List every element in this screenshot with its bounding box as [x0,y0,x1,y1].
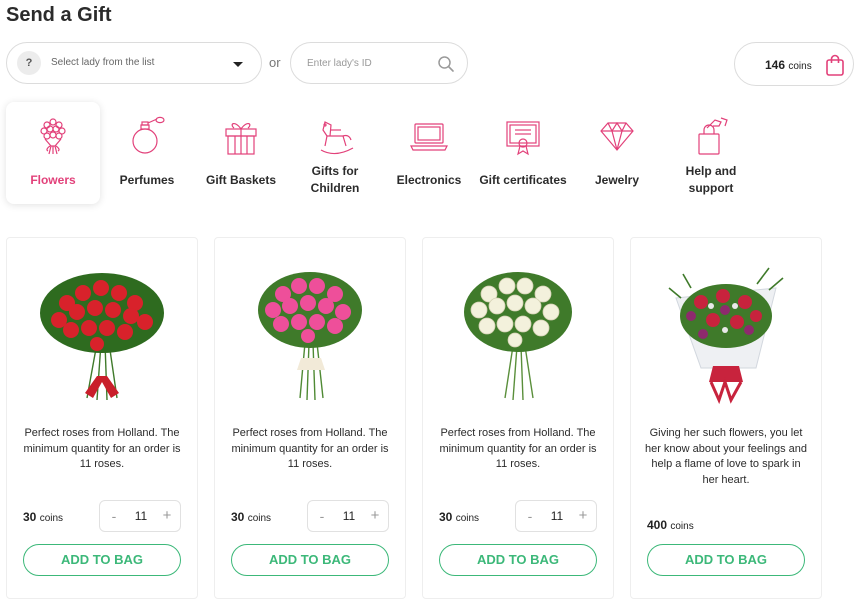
question-icon: ? [17,51,41,75]
increment-button[interactable]: + [576,507,590,524]
add-to-bag-button[interactable]: ADD TO BAG [647,544,805,576]
category-label: Jewelry [594,173,640,187]
decrement-button[interactable]: - [108,508,120,524]
decrement-button[interactable]: - [524,508,536,524]
decrement-button[interactable]: - [316,508,328,524]
category-jewelry[interactable]: Jewelry [570,102,664,204]
chevron-down-icon[interactable] [233,62,243,67]
category-flowers[interactable]: Flowers [6,102,100,204]
price-unit: coins [670,521,694,532]
category-gifts-for-children[interactable]: Gifts for Children [288,102,382,204]
product-description: Perfect roses from Holland. The minimum … [439,427,597,470]
quantity-value[interactable]: 11 [332,509,366,523]
flower-bouquet-icon [40,118,66,155]
certificate-icon [506,121,540,156]
quantity-value[interactable]: 11 [540,509,574,523]
wallet-balance[interactable]: 146 coins [734,42,854,86]
product-description: Perfect roses from Holland. The minimum … [231,427,389,470]
category-label: Flowers [30,173,76,187]
pink-roses-image [258,272,362,401]
coin-balance: 146 coins [765,58,812,72]
product-price: 400 coins [647,518,694,532]
category-label: Help and support [685,164,737,195]
perfume-icon [132,116,165,154]
product-description: Perfect roses from Holland. The minimum … [23,427,181,470]
increment-button[interactable]: + [160,507,174,524]
product-price: 30 coins [23,510,63,524]
product-card: Giving her such flowers, you let her kno… [630,237,822,599]
add-to-bag-button[interactable]: ADD TO BAG [231,544,389,576]
laptop-icon [410,123,448,151]
white-roses-image [464,272,572,401]
category-gift-baskets[interactable]: Gift Baskets [194,102,288,204]
category-label: Electronics [396,173,462,187]
coin-amount: 146 [765,58,786,72]
category-electronics[interactable]: Electronics [382,102,476,204]
product-description: Giving her such flowers, you let her kno… [644,427,808,486]
add-to-bag-button[interactable]: ADD TO BAG [439,544,597,576]
category-gift-certificates[interactable]: Gift certificates [476,102,570,204]
lady-select-placeholder: Select lady from the list [51,57,155,68]
increment-button[interactable]: + [368,507,382,524]
search-icon[interactable] [437,55,455,73]
diamond-icon [600,121,634,151]
product-card: Perfect roses from Holland. The minimum … [422,237,614,599]
product-price: 30 coins [439,510,479,524]
category-label: Gift certificates [479,173,567,187]
lady-select[interactable]: ? Select lady from the list [6,42,262,84]
coin-unit: coins [788,61,812,72]
or-label: or [269,55,281,70]
category-label: Gifts for Children [310,164,360,195]
price-value: 30 [23,510,37,524]
category-label: Gift Baskets [205,173,277,187]
price-value: 30 [439,510,453,524]
lady-id-field[interactable] [290,42,468,84]
shopping-bag-icon[interactable] [825,54,845,76]
price-unit: coins [247,513,272,524]
category-help-and-support[interactable]: Help and support [664,102,758,204]
mixed-bouquet-image [668,267,784,405]
page-title: Send a Gift [6,4,112,26]
quantity-value[interactable]: 11 [124,509,158,523]
category-perfumes[interactable]: Perfumes [100,102,194,204]
price-value: 30 [231,510,245,524]
product-price: 30 coins [231,510,271,524]
price-value: 400 [647,518,668,532]
add-to-bag-button[interactable]: ADD TO BAG [23,544,181,576]
help-support-icon [698,117,728,155]
product-card: Perfect roses from Holland. The minimum … [6,237,198,599]
rocking-horse-icon [320,121,354,155]
quantity-stepper[interactable]: - 11 + [515,500,597,532]
gift-basket-icon [225,123,257,155]
product-card: Perfect roses from Holland. The minimum … [214,237,406,599]
price-unit: coins [39,513,64,524]
lady-id-input[interactable] [307,54,427,72]
price-unit: coins [455,513,480,524]
quantity-stepper[interactable]: - 11 + [307,500,389,532]
quantity-stepper[interactable]: - 11 + [99,500,181,532]
category-label: Perfumes [119,173,175,187]
red-roses-image [40,273,164,401]
category-bar: Flowers Perfumes Gift Baskets Gifts for … [6,102,756,204]
